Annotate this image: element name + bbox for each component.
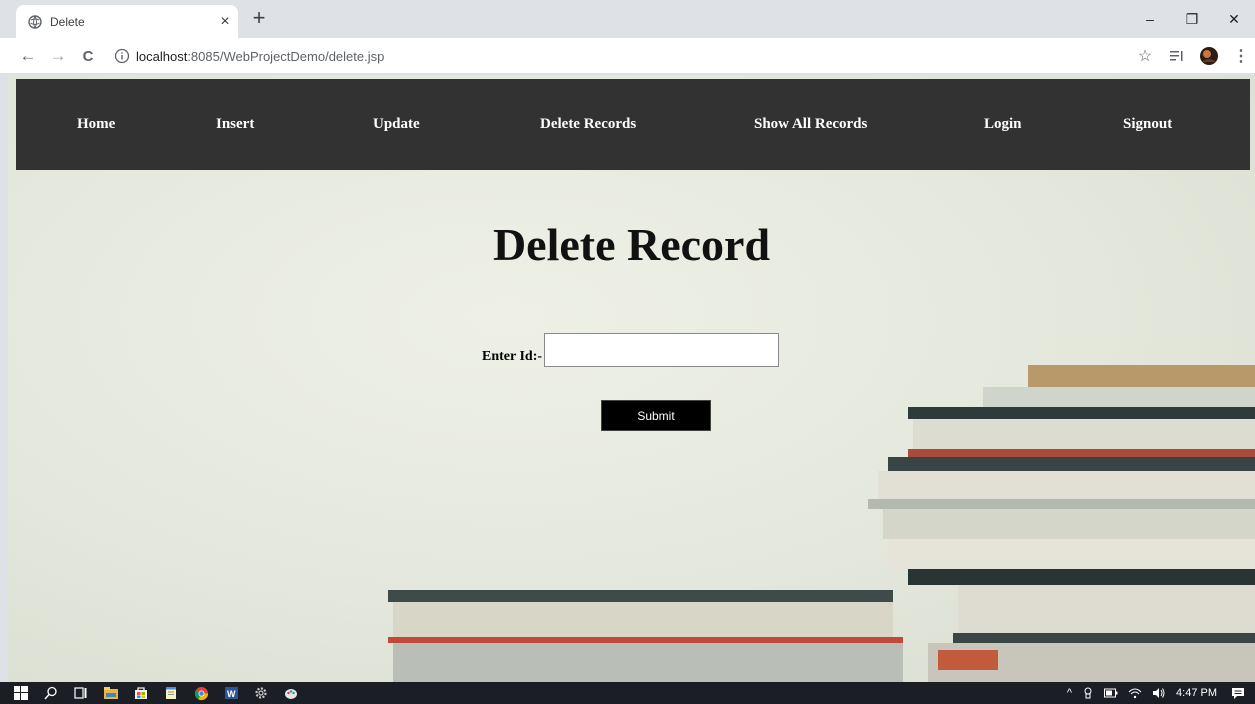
profile-avatar[interactable] [1195, 44, 1223, 68]
battery-icon[interactable] [1104, 688, 1118, 698]
chrome-icon[interactable] [188, 682, 214, 704]
url-path: :8085/WebProjectDemo/delete.jsp [187, 48, 385, 64]
page-title: Delete Record [492, 219, 771, 270]
windows-start-icon[interactable] [8, 682, 34, 704]
page-viewport: Home Insert Update Delete Records Show A… [8, 75, 1255, 682]
taskbar-clock[interactable]: 4:47 PM [1176, 687, 1217, 699]
submit-button[interactable]: Submit [601, 400, 711, 431]
browser-tab-delete[interactable]: Delete × [16, 5, 238, 38]
wifi-icon[interactable] [1128, 687, 1142, 699]
tray-expand-icon[interactable]: ^ [1067, 687, 1072, 699]
meet-now-icon[interactable] [1082, 687, 1094, 699]
tab-title: Delete [50, 14, 85, 29]
svg-text:W: W [227, 689, 236, 699]
settings-gear-icon[interactable] [248, 682, 274, 704]
nav-insert-link[interactable]: Insert [216, 79, 254, 170]
address-bar[interactable]: localhost:8085/WebProjectDemo/delete.jsp [108, 42, 1138, 70]
task-view-icon[interactable] [68, 682, 94, 704]
id-field-label: Enter Id:- [482, 349, 543, 364]
tab-close-icon[interactable]: × [212, 13, 238, 31]
url-host: localhost [136, 48, 188, 64]
minimize-icon[interactable]: – [1129, 0, 1171, 38]
window-controls: – ❐ ✕ [1129, 0, 1255, 38]
nav-show-all-records-link[interactable]: Show All Records [754, 79, 867, 170]
paint-icon[interactable] [278, 682, 304, 704]
windows-taskbar: W ^ 4:47 PM [0, 682, 1255, 704]
info-icon[interactable] [114, 48, 130, 64]
browser-toolbar: ← → C localhost:8085/WebProjectDemo/dele… [0, 38, 1255, 74]
back-arrow-icon[interactable]: ← [16, 44, 40, 68]
browser-menu-icon[interactable]: ⋮ [1227, 44, 1255, 68]
toolbar-right: ☆ ⋮ [1127, 44, 1255, 68]
browser-tabstrip: Delete × + – ❐ ✕ [0, 0, 1255, 38]
notification-center-icon[interactable] [1231, 687, 1245, 700]
restore-icon[interactable]: ❐ [1171, 0, 1213, 38]
bookmark-star-icon[interactable]: ☆ [1131, 44, 1159, 68]
forward-arrow-icon[interactable]: → [46, 44, 70, 68]
reload-icon[interactable]: C [76, 44, 100, 68]
delete-form: Enter Id:- [482, 333, 780, 367]
id-input[interactable] [544, 333, 780, 367]
new-tab-button[interactable]: + [247, 6, 271, 32]
nav-home-link[interactable]: Home [77, 79, 115, 170]
search-icon[interactable] [38, 682, 64, 704]
nav-signout-link[interactable]: Signout [1123, 79, 1172, 170]
volume-icon[interactable] [1152, 687, 1166, 699]
nav-delete-records-link[interactable]: Delete Records [540, 79, 636, 170]
site-navbar: Home Insert Update Delete Records Show A… [16, 79, 1250, 170]
reading-list-icon[interactable] [1163, 44, 1191, 68]
notepad-icon[interactable] [158, 682, 184, 704]
nav-login-link[interactable]: Login [984, 79, 1022, 170]
nav-update-link[interactable]: Update [373, 79, 420, 170]
file-explorer-icon[interactable] [98, 682, 124, 704]
system-tray: ^ 4:47 PM [1067, 682, 1255, 704]
globe-icon [28, 14, 42, 29]
store-icon[interactable] [128, 682, 154, 704]
close-window-icon[interactable]: ✕ [1213, 0, 1255, 38]
word-icon[interactable]: W [218, 682, 244, 704]
